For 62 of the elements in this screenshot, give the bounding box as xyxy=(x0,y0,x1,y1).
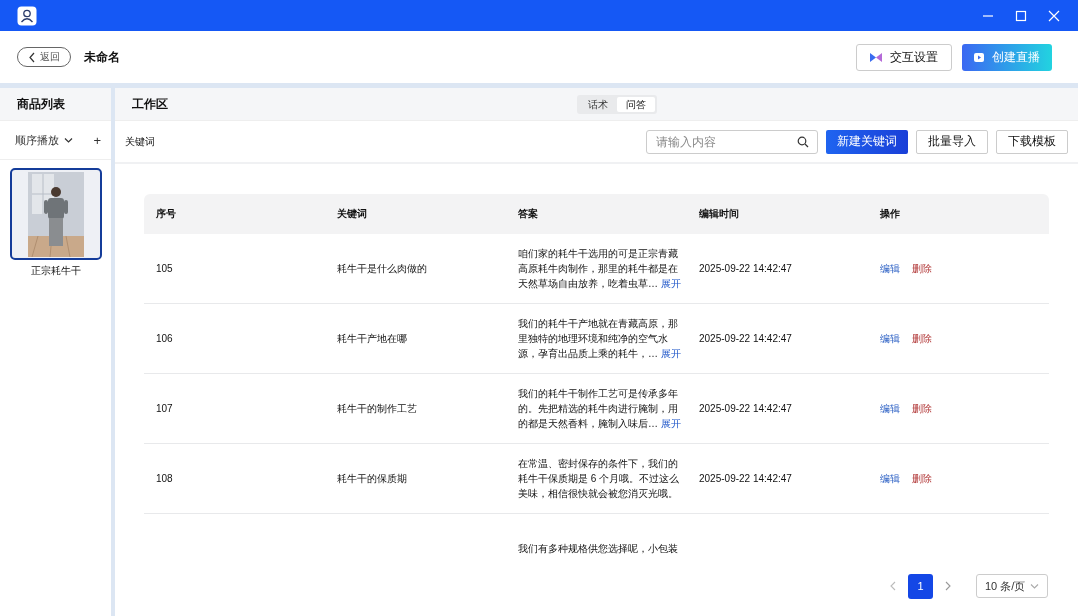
delete-link[interactable]: 删除 xyxy=(912,401,932,416)
play-icon xyxy=(974,51,984,63)
chevron-down-icon xyxy=(64,137,73,143)
add-button[interactable]: + xyxy=(93,132,101,148)
product-card[interactable] xyxy=(9,168,102,260)
table-cell: 耗牛干的制作工艺 xyxy=(337,401,417,416)
section-label: 关键词 xyxy=(125,134,155,149)
page-button[interactable]: 1 xyxy=(908,573,933,599)
tab[interactable]: 问答 xyxy=(617,97,655,112)
bowtie-icon xyxy=(870,51,882,63)
interaction-settings-button[interactable]: 交互设置 xyxy=(856,43,952,71)
edit-link[interactable]: 编辑 xyxy=(880,401,900,416)
column-header: 序号 xyxy=(156,207,176,221)
expand-link[interactable]: 展开 xyxy=(661,278,681,289)
tab[interactable]: 话术 xyxy=(579,97,617,112)
table-cell: 耗牛干产地在哪 xyxy=(337,331,407,346)
chevron-left-icon xyxy=(890,581,896,591)
close-icon xyxy=(1048,9,1060,22)
edit-link[interactable]: 编辑 xyxy=(880,331,900,346)
table-cell: 2025-09-22 14:42:47 xyxy=(699,403,792,414)
toolbar-button[interactable]: 下载模板 xyxy=(996,129,1068,154)
column-header: 答案 xyxy=(518,207,538,221)
play-mode-dropdown[interactable]: 顺序播放 xyxy=(15,132,73,148)
table-cell: 107 xyxy=(156,403,173,414)
table-cell: 108 xyxy=(156,473,173,484)
page-title: 未命名 xyxy=(84,48,120,66)
product-name: 正宗耗牛干 xyxy=(30,264,81,278)
table-cell: 耗牛干是什么肉做的 xyxy=(337,261,427,276)
expand-link[interactable]: 展开 xyxy=(661,418,681,429)
chevron-right-icon xyxy=(945,581,951,591)
table-cell: 2025-09-22 14:42:47 xyxy=(699,333,792,344)
search-field[interactable]: 请输入内容 xyxy=(646,129,818,154)
delete-link[interactable]: 删除 xyxy=(912,261,932,276)
answer-text: 我们的耗牛干产地就在青藏高原，那里独特的地理环境和纯净的空气水源，孕育出品质上乘的耗牛，… 展开 xyxy=(518,317,681,361)
delete-link[interactable]: 删除 xyxy=(912,331,932,346)
toolbar-button[interactable]: 批量导入 xyxy=(916,129,988,154)
answer-text: 我们有多种规格供您选择呢，小包装 xyxy=(518,542,679,556)
column-header: 操作 xyxy=(880,207,900,221)
search-icon xyxy=(797,135,809,148)
back-button[interactable]: 返回 xyxy=(17,47,71,67)
maximize-icon xyxy=(1015,9,1027,22)
table-cell: 106 xyxy=(156,333,173,344)
table-cell: 105 xyxy=(156,263,173,274)
chevron-down-icon xyxy=(1030,583,1039,589)
answer-text: 在常温、密封保存的条件下，我们的耗牛干保质期是 6 个月哦。不过这么美味，相信很快就会被您消灭光哦。 xyxy=(518,457,681,501)
expand-link[interactable]: 展开 xyxy=(661,348,681,359)
table-cell: 2025-09-22 14:42:47 xyxy=(699,263,792,274)
column-header: 编辑时间 xyxy=(699,207,739,221)
table-cell: 耗牛干的保质期 xyxy=(337,471,407,486)
table-cell: 2025-09-22 14:42:47 xyxy=(699,473,792,484)
workspace-title: 工作区 xyxy=(132,95,168,113)
new-keyword-button[interactable]: 新建关键词 xyxy=(826,129,908,154)
page-size-dropdown[interactable]: 10 条/页 xyxy=(976,574,1048,598)
edit-link[interactable]: 编辑 xyxy=(880,261,900,276)
answer-text: 咱们家的耗牛干选用的可是正宗青藏高原耗牛肉制作，那里的耗牛都是在天然草场自由放养，吃着虫草… 展开 xyxy=(518,247,681,291)
column-header: 关键词 xyxy=(337,207,367,221)
answer-text: 我们的耗牛干制作工艺可是传承多年的。先把精选的耗牛肉进行腌制，用的都是天然香料，腌制入味后… 展开 xyxy=(518,387,681,431)
app-logo-icon xyxy=(17,5,37,26)
edit-link[interactable]: 编辑 xyxy=(880,471,900,486)
delete-link[interactable]: 删除 xyxy=(912,471,932,486)
sidebar-title: 商品列表 xyxy=(17,95,65,113)
chevron-left-icon xyxy=(28,51,35,63)
